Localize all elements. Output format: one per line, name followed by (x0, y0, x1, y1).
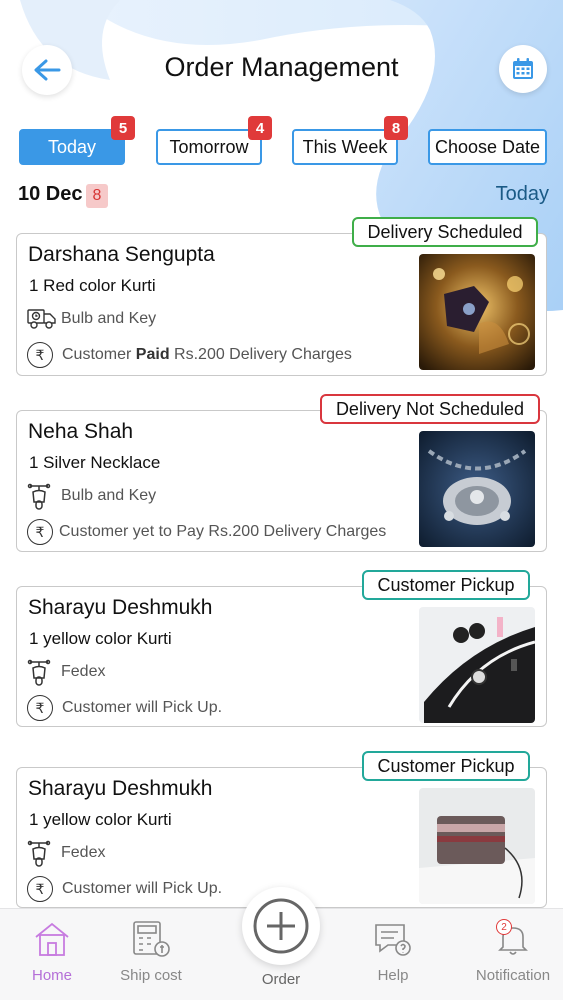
app-header: Order Management (0, 0, 563, 120)
silver-necklace-image (419, 431, 535, 547)
payment-status: Customer Paid Rs.200 Delivery Charges (62, 346, 352, 363)
nav-label: Notification (475, 967, 551, 984)
status-badge: Customer Pickup (362, 751, 530, 781)
tab-this-week[interactable]: This Week 8 (292, 116, 408, 165)
order-add-button[interactable] (242, 887, 320, 965)
order-item: 1 Silver Necklace (29, 453, 161, 472)
nav-label: Ship cost (120, 967, 182, 984)
status-badge: Delivery Not Scheduled (320, 394, 540, 424)
jewelry-ring-box-image (419, 254, 535, 370)
customer-name: Sharayu Deshmukh (28, 777, 213, 800)
scooter-icon (27, 840, 57, 867)
tab-label: Tomorrow (169, 136, 249, 157)
count-badge: 8 (384, 116, 408, 140)
tab-label: This Week (302, 136, 388, 157)
accessories-flatlay-image (419, 607, 535, 723)
nav-notification[interactable]: 2 Notification (463, 917, 563, 997)
rupee-icon: ₹ (27, 876, 53, 902)
shipper-name: Fedex (61, 663, 106, 680)
nav-ship-cost[interactable]: Ship cost (101, 917, 201, 997)
payment-status: Customer will Pick Up. (62, 699, 223, 716)
payment-row: ₹ Customer Paid Rs.200 Delivery Charges (27, 342, 352, 368)
handbag-image (419, 788, 535, 904)
shipper-name: Bulb and Key (61, 487, 157, 504)
calendar-button[interactable] (499, 45, 547, 93)
payment-status: Customer will Pick Up. (62, 880, 223, 897)
calculator-icon (129, 917, 173, 961)
payment-row: ₹ Customer yet to Pay Rs.200 Delivery Ch… (27, 519, 386, 545)
tab-label: Today (47, 136, 97, 157)
help-chat-icon (371, 917, 415, 961)
selected-date: 10 Dec (18, 183, 83, 205)
order-count-badge: 8 (86, 184, 108, 208)
payment-row: ₹ Customer will Pick Up. (27, 876, 222, 902)
customer-name: Darshana Sengupta (28, 243, 215, 266)
notification-count-badge: 2 (496, 919, 512, 935)
calendar-icon (513, 58, 533, 79)
status-badge: Customer Pickup (362, 570, 530, 600)
shipper-name: Bulb and Key (61, 310, 157, 327)
status-badge: Delivery Scheduled (352, 217, 538, 247)
scooter-icon (27, 659, 57, 686)
rupee-icon: ₹ (27, 695, 53, 721)
nav-label: Home (31, 967, 72, 984)
rupee-icon: ₹ (27, 519, 53, 545)
shipper-row: Fedex (27, 659, 106, 686)
page-title: Order Management (164, 52, 399, 82)
tab-label: Choose Date (434, 136, 541, 157)
rupee-icon: ₹ (27, 342, 53, 368)
nav-label: Help (377, 967, 409, 984)
plus-circle-icon (253, 898, 309, 954)
bottom-navigation: Home Ship cost Order Help 2 Notification (0, 887, 563, 1000)
scooter-icon (27, 483, 57, 510)
shipper-row: Bulb and Key (27, 306, 156, 332)
date-heading: 10 Dec 8 Today (18, 181, 549, 211)
home-icon (30, 917, 74, 961)
customer-name: Sharayu Deshmukh (28, 596, 213, 619)
nav-label-order: Order (261, 971, 301, 988)
payment-status: Customer yet to Pay Rs.200 Delivery Char… (59, 523, 387, 540)
shipper-row: Fedex (27, 840, 106, 867)
order-card[interactable]: Customer Pickup Sharayu Deshmukh 1 yello… (16, 570, 547, 727)
tab-tomorrow[interactable]: Tomorrow 4 (156, 116, 272, 165)
count-badge: 4 (248, 116, 272, 140)
nav-help[interactable]: Help (343, 917, 443, 997)
order-card[interactable]: Delivery Scheduled Darshana Sengupta 1 R… (16, 217, 547, 376)
shipper-row: Bulb and Key (27, 483, 157, 510)
day-label: Today (495, 183, 549, 205)
tab-choose-date[interactable]: Choose Date (428, 129, 547, 165)
payment-row: ₹ Customer will Pick Up. (27, 695, 222, 721)
delivery-truck-icon (27, 306, 57, 332)
order-item: 1 yellow color Kurti (29, 629, 172, 648)
nav-home[interactable]: Home (2, 917, 102, 997)
order-item: 1 Red color Kurti (29, 276, 156, 295)
customer-name: Neha Shah (28, 420, 134, 443)
order-card[interactable]: Delivery Not Scheduled Neha Shah 1 Silve… (16, 394, 547, 552)
shipper-name: Fedex (61, 844, 106, 861)
count-badge: 5 (111, 116, 135, 140)
date-filter-tabs: Today 5 Tomorrow 4 This Week 8 Choose Da… (0, 116, 563, 169)
tab-today[interactable]: Today 5 (19, 116, 135, 165)
order-item: 1 yellow color Kurti (29, 810, 172, 829)
bell-icon: 2 (491, 917, 535, 961)
